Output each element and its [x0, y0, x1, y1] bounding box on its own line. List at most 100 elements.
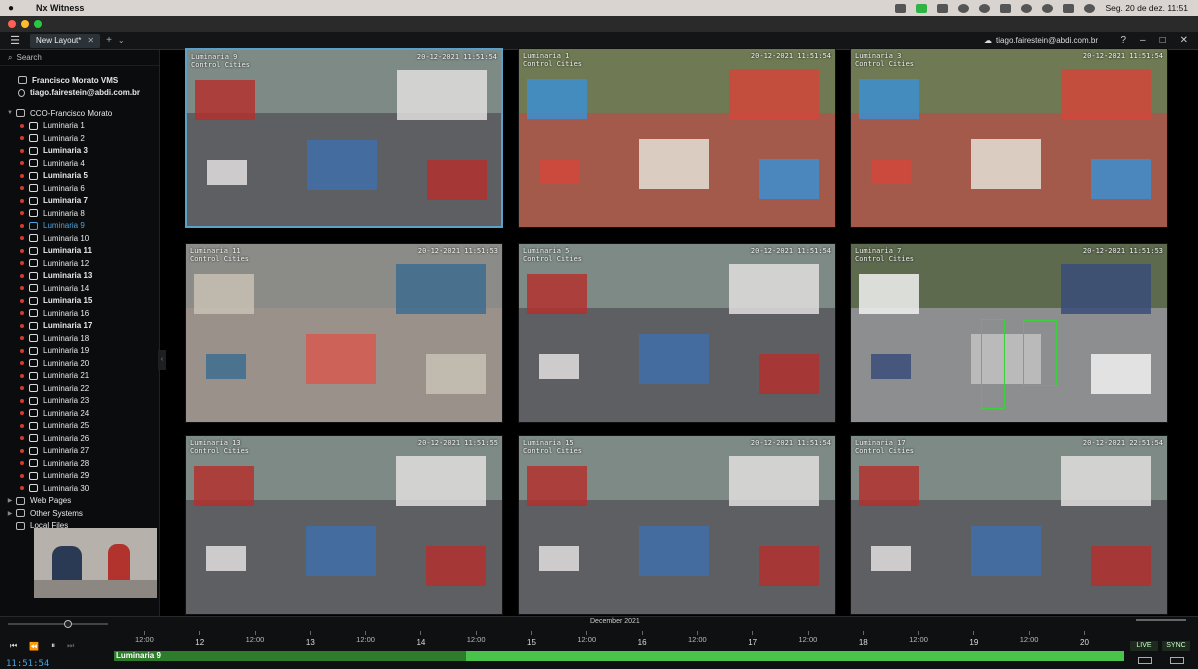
- sidebar-item-camera[interactable]: Luminaria 11: [0, 245, 159, 258]
- camera-tile[interactable]: Luminaria 9 Control Cities 20-12-2021 11:5…: [185, 48, 503, 228]
- camera-tile[interactable]: Luminaria 3 Control Cities 20-12-2021 11:5…: [850, 48, 1168, 228]
- apple-icon[interactable]: ●: [0, 3, 22, 14]
- sidebar-item-camera[interactable]: Luminaria 19: [0, 345, 159, 358]
- sidebar-item-camera[interactable]: Luminaria 18: [0, 332, 159, 345]
- siri-icon[interactable]: [1084, 3, 1096, 13]
- chevron-down-icon[interactable]: ⌄: [118, 36, 125, 45]
- user-icon: [18, 88, 25, 97]
- other-systems-item[interactable]: ▶ Other Systems: [0, 507, 159, 520]
- camera-tile[interactable]: Luminaria 5 Control Cities 20-12-2021 11:5…: [518, 243, 836, 423]
- web-pages-item[interactable]: ▶ Web Pages: [0, 495, 159, 508]
- sidebar-item-camera[interactable]: Luminaria 10: [0, 232, 159, 245]
- control-center-icon[interactable]: [1063, 3, 1075, 13]
- sidebar-item-camera[interactable]: Luminaria 4: [0, 157, 159, 170]
- dropbox-icon[interactable]: [895, 3, 907, 13]
- scene-object: [759, 159, 819, 199]
- tab-new-layout[interactable]: New Layout* ✕: [30, 33, 101, 48]
- server-item[interactable]: Francisco Morato VMS: [0, 74, 159, 87]
- sidebar-item-camera[interactable]: Luminaria 28: [0, 457, 159, 470]
- live-button[interactable]: LIVE: [1130, 641, 1158, 651]
- scene-object: [1091, 546, 1151, 586]
- camera-tile[interactable]: Luminaria 17 Control Cities 20-12-2021 22:…: [850, 435, 1168, 615]
- recording-dot-icon: [20, 136, 24, 141]
- camera-tile[interactable]: Luminaria 13 Control Cities 20-12-2021 11:…: [185, 435, 503, 615]
- hamburger-menu-icon[interactable]: ☰: [0, 34, 30, 47]
- zoom-window-icon[interactable]: [34, 20, 42, 28]
- sidebar-item-camera[interactable]: Luminaria 8: [0, 207, 159, 220]
- camera-label: Luminaria 19: [43, 346, 90, 356]
- sidebar-item-camera[interactable]: Luminaria 5: [0, 170, 159, 183]
- minimize-window-icon[interactable]: [21, 20, 29, 28]
- timeline-ticks[interactable]: 12:00 12 12:00 13 12:00 14 12:00 15 12:00 16 12:00…: [114, 631, 1124, 649]
- sidebar-item-camera[interactable]: Luminaria 25: [0, 420, 159, 433]
- pause-button[interactable]: ⏸: [51, 641, 55, 651]
- sidebar-item-camera[interactable]: Luminaria 13: [0, 270, 159, 283]
- close-button[interactable]: ✕: [1180, 35, 1188, 46]
- help-button[interactable]: ?: [1120, 35, 1126, 46]
- sidebar-item-camera[interactable]: Luminaria 30: [0, 482, 159, 495]
- close-window-icon[interactable]: [8, 20, 16, 28]
- sidebar-item-camera[interactable]: Luminaria 14: [0, 282, 159, 295]
- scene-object: [759, 354, 819, 394]
- account-menu[interactable]: ☁ tiago.fairestein@abdi.com.br: [984, 36, 1098, 45]
- sidebar-item-camera[interactable]: Luminaria 2: [0, 132, 159, 145]
- camera-tile[interactable]: Luminaria 7 Control Cities 20-12-2021 11:5…: [850, 243, 1168, 423]
- sidebar-item-camera[interactable]: Luminaria 12: [0, 257, 159, 270]
- camera-grid: Luminaria 9 Control Cities 20-12-2021 11:5…: [185, 48, 1170, 616]
- minimize-button[interactable]: –: [1140, 35, 1146, 46]
- add-tab-icon[interactable]: +: [106, 35, 112, 46]
- collapse-arrow-icon[interactable]: ▼: [6, 110, 14, 116]
- timeline-clock: 11:51:54: [6, 659, 50, 669]
- sidebar-item-camera[interactable]: Luminaria 29: [0, 470, 159, 483]
- sidebar-item-camera[interactable]: Luminaria 3: [0, 145, 159, 158]
- moon-icon[interactable]: [958, 3, 970, 13]
- next-chunk-button[interactable]: ⏭: [67, 641, 74, 651]
- thumbnails-toggle-icon[interactable]: [1138, 657, 1152, 664]
- sidebar-item-camera[interactable]: Luminaria 22: [0, 382, 159, 395]
- rewind-button[interactable]: ⏪: [29, 642, 39, 651]
- app-menu-name[interactable]: Nx Witness: [36, 3, 84, 13]
- sidebar-item-camera[interactable]: Luminaria 6: [0, 182, 159, 195]
- calendar-toggle-icon[interactable]: [1170, 657, 1184, 664]
- sidebar-item-camera[interactable]: Luminaria 24: [0, 407, 159, 420]
- sidebar-item-camera[interactable]: Luminaria 7: [0, 195, 159, 208]
- settings-icon[interactable]: [937, 3, 949, 13]
- sidebar-item-camera[interactable]: Luminaria 20: [0, 357, 159, 370]
- sidebar-item-camera[interactable]: Luminaria 26: [0, 432, 159, 445]
- sidebar-item-camera[interactable]: Luminaria 1: [0, 120, 159, 133]
- time-machine-icon[interactable]: [979, 3, 991, 13]
- evernote-icon[interactable]: [916, 3, 928, 13]
- sidebar-item-camera[interactable]: Luminaria 27: [0, 445, 159, 458]
- sidebar-item-camera[interactable]: Luminaria 9: [0, 220, 159, 233]
- battery-icon[interactable]: [1000, 3, 1012, 13]
- search-icon[interactable]: [1042, 3, 1054, 13]
- speed-slider[interactable]: [8, 620, 108, 628]
- camera-tile[interactable]: Luminaria 11 Control Cities 20-12-2021 11:…: [185, 243, 503, 423]
- close-tab-icon[interactable]: ✕: [87, 36, 94, 45]
- volume-slider[interactable]: [1136, 619, 1186, 621]
- sidebar-item-camera[interactable]: Luminaria 15: [0, 295, 159, 308]
- camera-subtitle: Control Cities: [855, 60, 915, 68]
- sidebar-item-camera[interactable]: Luminaria 23: [0, 395, 159, 408]
- expand-arrow-icon[interactable]: ▶: [6, 510, 14, 517]
- sidebar-collapse-handle[interactable]: ‹: [158, 350, 166, 370]
- scene-object: [1061, 264, 1151, 314]
- sidebar-item-camera[interactable]: Luminaria 21: [0, 370, 159, 383]
- slider-knob[interactable]: [64, 620, 72, 628]
- previous-chunk-button[interactable]: ⏮: [10, 641, 17, 651]
- group-item[interactable]: ▼ CCO-Francisco Morato: [0, 107, 159, 120]
- maximize-button[interactable]: □: [1160, 35, 1166, 46]
- search-input[interactable]: ⌕ Search: [0, 50, 159, 66]
- camera-label: Luminaria 26: [43, 433, 90, 443]
- sidebar-item-camera[interactable]: Luminaria 16: [0, 307, 159, 320]
- camera-tile[interactable]: Luminaria 15 Control Cities 20-12-2021 11:…: [518, 435, 836, 615]
- expand-arrow-icon[interactable]: ▶: [6, 497, 14, 504]
- tick-label: 12:00: [577, 635, 597, 644]
- user-item[interactable]: tiago.fairestein@abdi.com.br: [0, 87, 159, 100]
- scene-object: [539, 546, 579, 571]
- camera-tile[interactable]: Luminaria 1 Control Cities 20-12-2021 11:5…: [518, 48, 836, 228]
- recording-bar[interactable]: [114, 651, 1124, 661]
- wifi-icon[interactable]: [1021, 3, 1033, 13]
- sidebar-item-camera[interactable]: Luminaria 17: [0, 320, 159, 333]
- sync-button[interactable]: SYNC: [1162, 641, 1190, 651]
